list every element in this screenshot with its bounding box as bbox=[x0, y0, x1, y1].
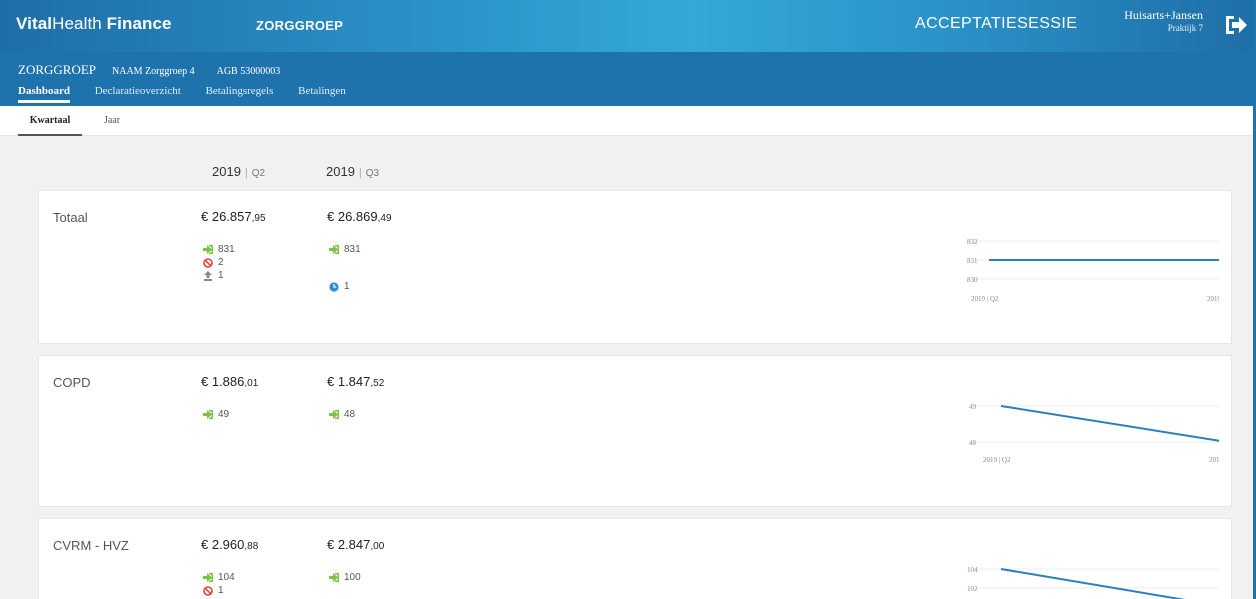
session-label: ACCEPTATIESESSIE bbox=[915, 15, 1078, 32]
sub-header: ZORGGROEP NAAM Zorggroep 4 AGB 53000003 … bbox=[0, 52, 1256, 106]
section-title: ZORGGROEP bbox=[256, 18, 344, 33]
stat-rejected: 2 bbox=[203, 256, 235, 269]
stat-pending: 1 bbox=[329, 280, 361, 293]
top-bar: VitalHealth Finance ZORGGROEP ACCEPTATIE… bbox=[0, 0, 1256, 52]
stat-sent: 49 bbox=[203, 408, 229, 421]
card-cvrm-hvz[interactable]: CVRM - HVZ € 2.960,88 € 2.847,00 104 1 1… bbox=[38, 518, 1232, 599]
ban-icon bbox=[203, 585, 213, 596]
sign-out-icon[interactable] bbox=[1224, 14, 1248, 36]
brand-finance: Finance bbox=[101, 14, 172, 33]
tab-jaar[interactable]: Jaar bbox=[104, 106, 120, 136]
stats-q3: 831 1 bbox=[329, 243, 361, 293]
sign-in-icon bbox=[203, 573, 213, 582]
ban-icon bbox=[203, 257, 213, 268]
card-copd[interactable]: COPD € 1.886,01 € 1.847,52 49 48 49 48 2… bbox=[38, 355, 1232, 507]
clock-icon bbox=[329, 281, 339, 292]
card-title: Totaal bbox=[53, 210, 88, 225]
user-practice: Praktijk 7 bbox=[1167, 23, 1203, 33]
stats-q3: 100 bbox=[329, 571, 361, 584]
tab-kwartaal[interactable]: Kwartaal bbox=[18, 106, 82, 136]
org-info: ZORGGROEP NAAM Zorggroep 4 AGB 53000003 bbox=[18, 61, 298, 79]
y-tick: 104 bbox=[967, 566, 978, 574]
stat-uploaded: 1 bbox=[203, 269, 235, 282]
card-totaal[interactable]: Totaal € 26.857,95 € 26.869,49 831 2 1 8… bbox=[38, 190, 1232, 344]
amount-q3: € 26.869,49 bbox=[327, 209, 392, 224]
stats-q2: 831 2 1 bbox=[203, 243, 235, 282]
stats-q2: 49 bbox=[203, 408, 229, 421]
brand-health: Health bbox=[52, 14, 102, 33]
stats-q2: 104 1 bbox=[203, 571, 235, 597]
card-title: COPD bbox=[53, 375, 91, 390]
y-tick: 102 bbox=[967, 585, 978, 593]
nav-betalingsregels[interactable]: Betalingsregels bbox=[206, 85, 274, 103]
sign-in-icon bbox=[329, 245, 339, 254]
chart-totaal: 832 831 830 2019 | Q2 2019 | Q3 bbox=[967, 238, 1219, 303]
user-info[interactable]: Huisarts+Jansen Praktijk 7 bbox=[1098, 8, 1203, 33]
nav-declaratieoverzicht[interactable]: Declaratieoverzicht bbox=[95, 85, 181, 103]
amount-q2: € 1.886,01 bbox=[201, 374, 259, 389]
sign-in-icon bbox=[203, 410, 213, 419]
stat-sent: 100 bbox=[329, 571, 361, 584]
main-nav: Dashboard Declaratieoverzicht Betalingsr… bbox=[18, 85, 368, 103]
nav-dashboard[interactable]: Dashboard bbox=[18, 85, 70, 103]
nav-betalingen[interactable]: Betalingen bbox=[298, 85, 346, 103]
x-label: 2019 | Q3 bbox=[1207, 295, 1219, 303]
sign-in-icon bbox=[203, 245, 213, 254]
y-tick: 831 bbox=[967, 257, 978, 265]
org-agb: AGB 53000003 bbox=[216, 66, 281, 77]
sign-in-icon bbox=[329, 573, 339, 582]
series-line bbox=[1000, 405, 1219, 442]
stat-rejected: 1 bbox=[203, 584, 235, 597]
x-label: 2019 | Q3 bbox=[1209, 456, 1219, 464]
card-title: CVRM - HVZ bbox=[53, 538, 129, 553]
y-tick: 48 bbox=[969, 439, 977, 447]
amount-q3: € 2.847,00 bbox=[327, 537, 385, 552]
period-tabs: Kwartaal Jaar bbox=[0, 106, 1256, 136]
column-header-q2: 2019 | Q2 bbox=[212, 164, 266, 179]
chart-copd: 49 48 2019 | Q2 2019 | Q3 bbox=[969, 403, 1219, 464]
stats-q3: 48 bbox=[329, 408, 355, 421]
stat-sent: 48 bbox=[329, 408, 355, 421]
amount-q2: € 2.960,88 bbox=[201, 537, 259, 552]
y-tick: 832 bbox=[967, 238, 978, 246]
x-label: 2019 | Q2 bbox=[983, 456, 1011, 464]
series-line bbox=[1000, 568, 1186, 599]
stat-sent: 831 bbox=[329, 243, 361, 256]
stat-sent: 104 bbox=[203, 571, 235, 584]
x-label: 2019 | Q2 bbox=[971, 295, 999, 303]
org-type: ZORGGROEP bbox=[18, 62, 97, 77]
brand-vital: Vital bbox=[16, 14, 53, 33]
stat-sent: 831 bbox=[203, 243, 235, 256]
amount-q2: € 26.857,95 bbox=[201, 209, 266, 224]
chart-cvrm-hvz: 104 102 bbox=[967, 566, 1219, 599]
y-tick: 830 bbox=[967, 276, 978, 284]
sign-in-icon bbox=[329, 410, 339, 419]
column-header-q3: 2019 | Q3 bbox=[326, 164, 380, 179]
upload-icon bbox=[204, 270, 212, 281]
amount-q3: € 1.847,52 bbox=[327, 374, 385, 389]
app-brand[interactable]: VitalHealth Finance bbox=[16, 14, 172, 34]
org-name: NAAM Zorggroep 4 bbox=[112, 66, 195, 77]
user-name: Huisarts+Jansen bbox=[1124, 8, 1203, 22]
y-tick: 49 bbox=[969, 403, 977, 411]
